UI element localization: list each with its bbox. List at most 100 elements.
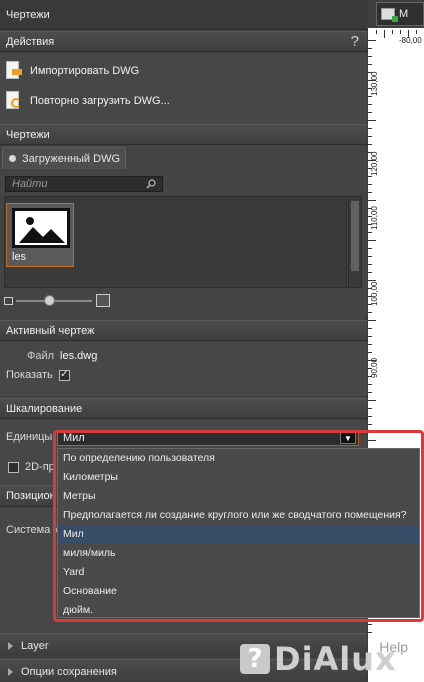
ruler-tick <box>368 200 376 201</box>
units-select-value: Мил <box>63 432 85 444</box>
ruler-tick <box>368 136 372 137</box>
ruler-tick <box>368 360 376 361</box>
drawings-header-label: Чертежи <box>6 128 50 141</box>
expand-triangle-icon <box>8 641 13 650</box>
ruler-tick <box>368 96 372 97</box>
ruler-tick <box>368 632 372 633</box>
ruler-v-label-110: 110,00 <box>370 206 379 230</box>
chevron-down-icon[interactable]: ▼ <box>340 432 356 444</box>
ruler-h-label: -80,00 <box>399 36 422 45</box>
twod-checkbox[interactable] <box>8 461 19 473</box>
ruler-tick <box>368 344 372 345</box>
reload-dwg-action[interactable]: Повторно загрузить DWG... <box>6 91 170 111</box>
units-select[interactable]: Мил ▼ <box>57 430 359 446</box>
import-dwg-label: Импортировать DWG <box>30 65 140 77</box>
ruler-tick <box>368 352 372 353</box>
slider-knob[interactable] <box>44 295 55 306</box>
ruler-tick <box>368 432 372 433</box>
panel-title: Чертежи <box>6 8 50 21</box>
ruler-tick <box>368 80 376 81</box>
ruler-tick <box>368 416 372 417</box>
layer-label: Layer <box>21 639 49 652</box>
units-option-user-defined[interactable]: По определению пользователя <box>58 449 419 468</box>
view-button-label: M <box>399 8 409 20</box>
small-image-icon <box>4 297 13 305</box>
ruler-tick <box>368 112 372 113</box>
search-input[interactable]: Найти <box>5 176 163 192</box>
ruler-tick <box>368 208 372 209</box>
ruler-tick <box>368 248 372 249</box>
actions-header[interactable]: Действия ? <box>0 31 367 52</box>
large-image-icon <box>96 294 110 307</box>
import-dwg-action[interactable]: Импортировать DWG <box>6 61 139 81</box>
units-option-vaulted-room[interactable]: Предполагается ли создание круглого или … <box>58 506 419 525</box>
position-header-label: Позицион <box>6 490 56 502</box>
twod-row: 2D-пр <box>8 461 55 473</box>
thumbnails-scrollbar[interactable] <box>348 196 362 288</box>
ruler-tick <box>368 128 372 129</box>
ruler-tick <box>368 256 372 257</box>
drawing-thumbnail[interactable]: les <box>6 203 74 267</box>
ruler-tick <box>368 152 372 153</box>
ruler-tick <box>368 440 376 441</box>
ruler-tick <box>368 120 376 121</box>
units-option-yard[interactable]: Yard <box>58 562 419 581</box>
drawings-header[interactable]: Чертежи <box>0 124 367 145</box>
units-option-foot[interactable]: Основание <box>58 581 419 600</box>
show-label: Показать <box>6 369 53 381</box>
ruler-tick <box>384 30 385 38</box>
import-dwg-icon <box>6 61 22 81</box>
reload-dwg-icon <box>6 91 22 111</box>
active-drawing-header-label: Активный чертеж <box>6 324 95 337</box>
ruler-tick <box>368 392 372 393</box>
ruler-tick <box>392 30 393 34</box>
units-option-meters[interactable]: Метры <box>58 487 419 506</box>
units-option-inch[interactable]: дюйм. <box>58 600 419 619</box>
ruler-tick <box>368 72 372 73</box>
file-row: Файл les.dwg <box>27 350 97 362</box>
ruler-tick <box>368 320 376 321</box>
thumbnail-size-slider[interactable] <box>4 293 364 309</box>
system-row: Система к <box>6 524 58 536</box>
ruler-tick <box>368 624 372 625</box>
ruler-tick <box>368 368 372 369</box>
units-row: Единицы <box>6 431 52 443</box>
ruler-tick <box>368 48 372 49</box>
watermark-help-icon: ? <box>240 644 270 674</box>
system-label: Система к <box>6 524 59 536</box>
view-mode-icon <box>381 8 398 22</box>
ruler-tick <box>368 280 376 281</box>
view-button[interactable]: M <box>376 2 424 26</box>
ruler-tick <box>368 272 372 273</box>
active-drawing-header[interactable]: Активный чертеж <box>0 320 367 341</box>
image-icon <box>12 208 70 248</box>
ruler-tick <box>368 216 372 217</box>
ruler-tick <box>368 104 372 105</box>
ruler-tick <box>368 144 372 145</box>
units-option-mil[interactable]: Мил <box>58 524 419 544</box>
scaling-header-label: Шкалирование <box>6 402 83 415</box>
ruler-tick <box>368 40 376 41</box>
search-icon[interactable] <box>146 179 156 189</box>
show-checkbox[interactable]: ✓ <box>58 369 70 381</box>
help-icon[interactable]: ? <box>351 33 359 50</box>
save-options-label: Опции сохранения <box>21 665 117 678</box>
ruler-tick <box>368 88 372 89</box>
ruler-tick <box>368 400 376 401</box>
ruler-tick <box>408 30 409 38</box>
ruler-v-label-100: 100,00 <box>370 281 379 306</box>
units-option-kilometers[interactable]: Километры <box>58 468 419 487</box>
twod-label: 2D-пр <box>25 461 55 473</box>
tab-loaded-dwg[interactable]: Загруженный DWG <box>2 147 126 169</box>
ruler-tick <box>368 168 372 169</box>
ruler-tick <box>368 232 372 233</box>
scrollbar-thumb[interactable] <box>351 201 359 271</box>
ruler-tick <box>368 192 372 193</box>
units-option-mile[interactable]: миля/миль <box>58 543 419 562</box>
actions-header-label: Действия <box>6 35 55 48</box>
ruler-tick <box>368 176 372 177</box>
tab-dot-icon <box>9 155 16 162</box>
ruler-tick <box>368 376 372 377</box>
file-value: les.dwg <box>60 350 98 362</box>
scaling-header[interactable]: Шкалирование <box>0 398 367 419</box>
